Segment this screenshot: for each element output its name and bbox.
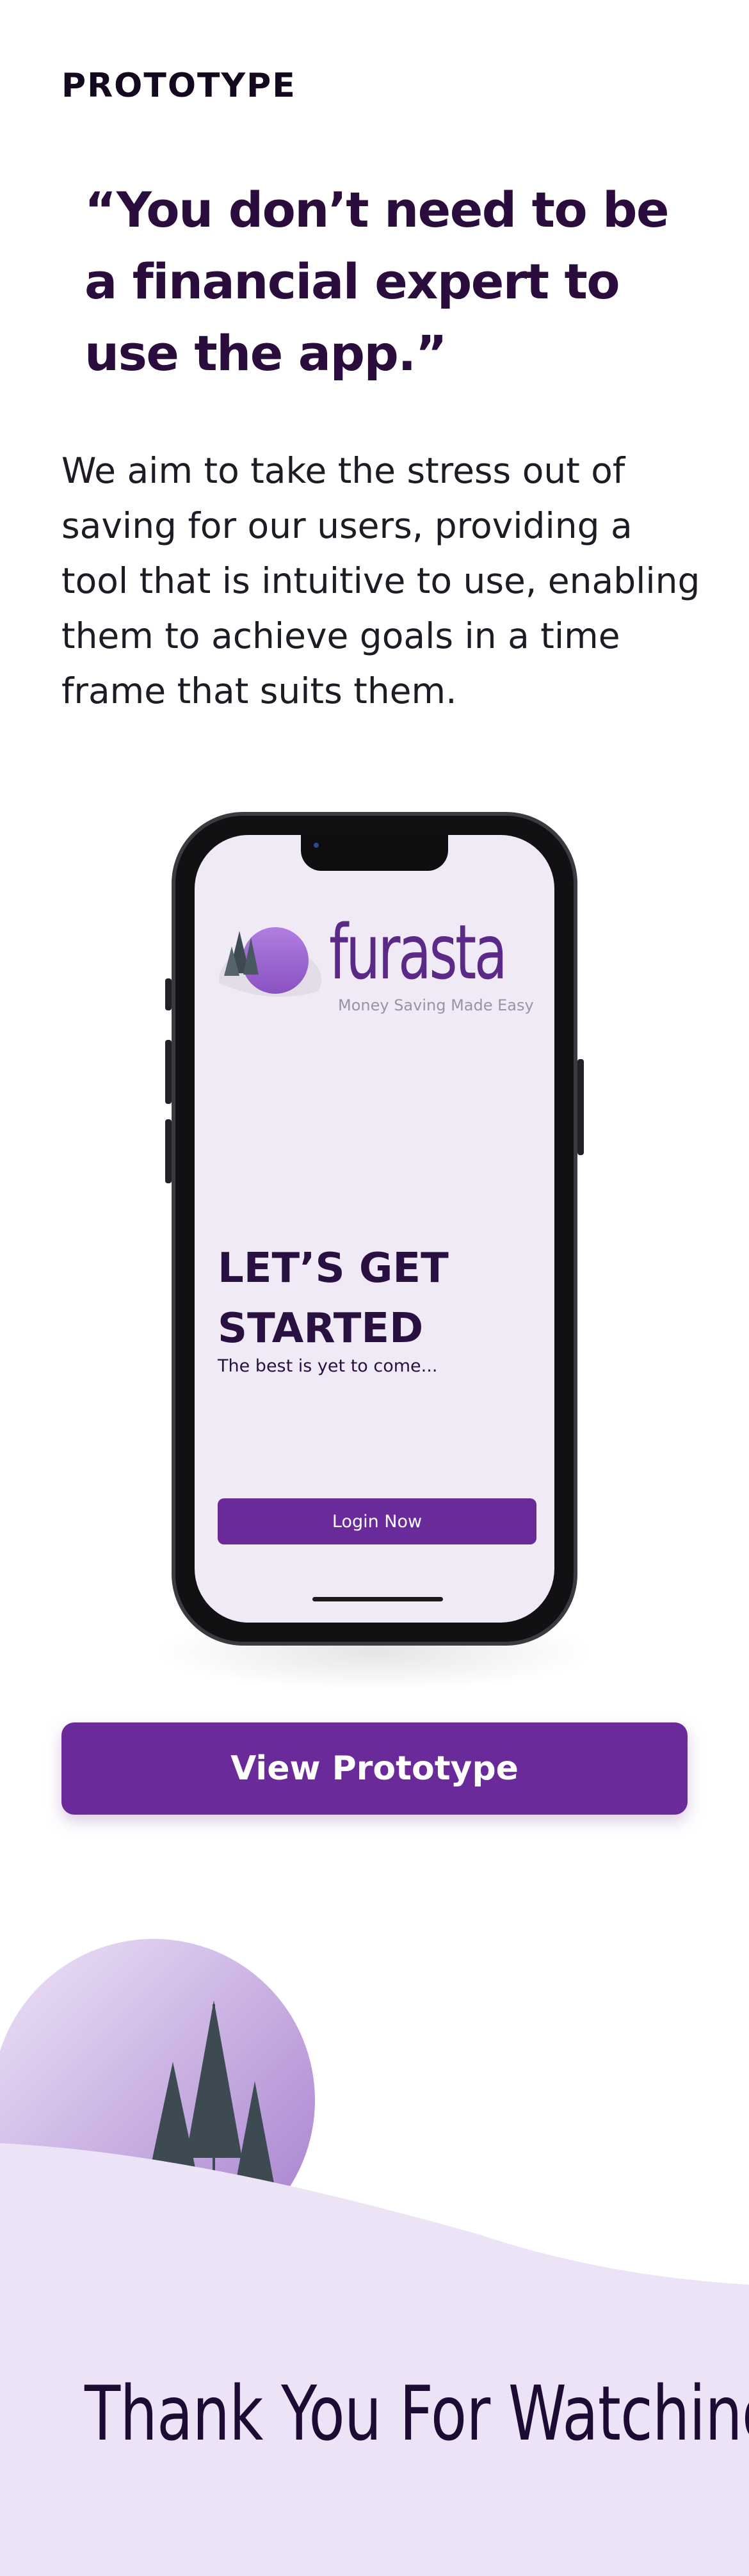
phone-notch bbox=[301, 835, 448, 871]
view-prototype-button[interactable]: View Prototype bbox=[61, 1722, 688, 1815]
intro-paragraph: We aim to take the stress out of saving … bbox=[61, 450, 700, 711]
phone-silent-switch bbox=[165, 978, 172, 1010]
phone-volume-down bbox=[165, 1119, 172, 1183]
section-label: PROTOTYPE bbox=[61, 67, 296, 105]
brand-tagline: Money Saving Made Easy bbox=[338, 996, 534, 1014]
login-button[interactable]: Login Now bbox=[218, 1498, 536, 1544]
home-indicator bbox=[312, 1597, 443, 1601]
furasta-logo-icon bbox=[218, 927, 326, 1021]
screen-heading: LET’S GET STARTED bbox=[218, 1245, 449, 1352]
hills-trees-illustration bbox=[0, 1939, 749, 2576]
phone-power-button bbox=[577, 1059, 584, 1155]
quote-heading: “You don’t need to be a financial expert… bbox=[85, 181, 670, 382]
phone-mockup: furasta Money Saving Made Easy LET’S GET… bbox=[165, 812, 584, 1646]
brand-name: furasta bbox=[329, 908, 508, 996]
foreground-hill bbox=[0, 2143, 749, 2576]
phone-screen: furasta Money Saving Made Easy LET’S GET… bbox=[195, 835, 554, 1623]
screen-subheading: The best is yet to come... bbox=[218, 1356, 438, 1376]
thank-you-heading: Thank You For Watching bbox=[85, 2369, 749, 2458]
phone-volume-up bbox=[165, 1040, 172, 1104]
